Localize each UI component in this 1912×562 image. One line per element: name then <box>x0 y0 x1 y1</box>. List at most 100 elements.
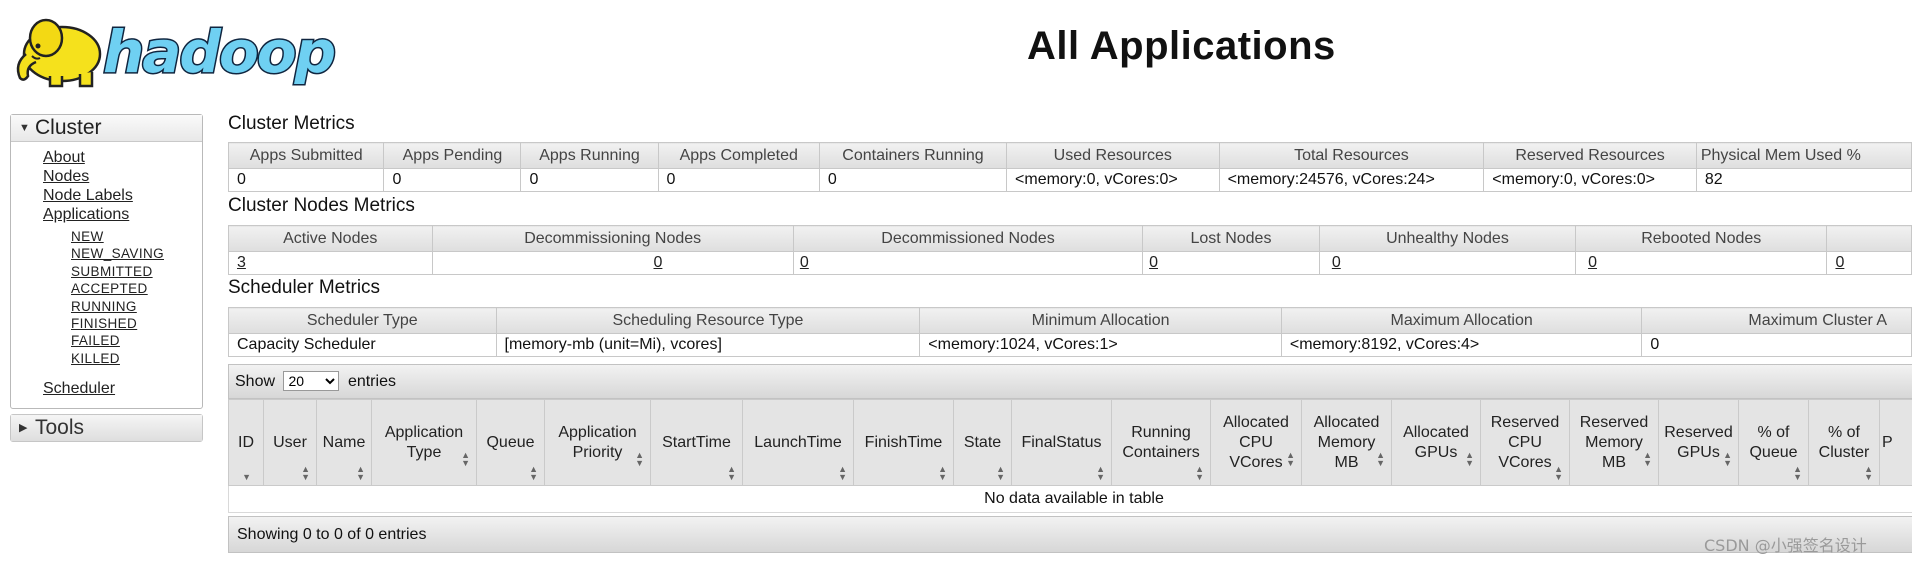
expand-triangle-icon: ▶ <box>19 422 28 435</box>
column-queue[interactable]: Queue ▲ ▼ <box>476 399 545 486</box>
column-application-type[interactable]: Application Type ▲ ▼ <box>371 399 477 486</box>
nav-applications-link[interactable]: Applications <box>43 205 202 224</box>
column-finish-time[interactable]: FinishTime ▲ ▼ <box>853 399 954 486</box>
sort-icon: ▲ ▼ <box>1643 450 1652 468</box>
node-metrics-title: Cluster Nodes Metrics <box>228 195 415 216</box>
unhealthy-nodes-link[interactable]: 0 <box>1332 254 1341 271</box>
value-total-resources: <memory:24576, vCores:24> <box>1218 168 1485 192</box>
state-new-link[interactable]: NEW <box>71 228 202 245</box>
sort-icon: ▲ ▼ <box>996 464 1005 482</box>
column-running-containers[interactable]: Running Containers ▲ ▼ <box>1111 399 1211 486</box>
value-apps-running: 0 <box>520 168 659 192</box>
watermark: CSDN @小强签名设计 <box>1704 536 1867 555</box>
column-allocated-cpu-vcores[interactable]: Allocated CPU VCores ▲ ▼ <box>1210 399 1302 486</box>
rebooted-nodes-link[interactable]: 0 <box>1588 254 1597 271</box>
nav-nodes-link[interactable]: Nodes <box>43 167 202 186</box>
column-reserved-gpus[interactable]: Reserved GPUs ▲ ▼ <box>1658 399 1739 486</box>
tools-toggle[interactable]: ▶ Tools <box>11 415 202 442</box>
decommissioning-nodes-link[interactable]: 0 <box>654 254 663 271</box>
header-apps-pending: Apps Pending <box>383 142 522 169</box>
header-lost-nodes: Lost Nodes <box>1142 225 1320 252</box>
value-used-resources: <memory:0, vCores:0> <box>1006 168 1220 192</box>
sort-icon: ▲ ▼ <box>529 464 538 482</box>
tools-panel: ▶ Tools <box>10 414 203 443</box>
value-minimum-allocation: <memory:1024, vCores:1> <box>919 333 1282 357</box>
header-maximum-cluster-allocation: Maximum Cluster A <box>1641 307 1912 334</box>
sort-icon: ▲ ▼ <box>356 464 365 482</box>
value-physical-mem-used: 82 <box>1695 168 1912 192</box>
nav-node-labels-link[interactable]: Node Labels <box>43 186 202 205</box>
header-decommissioned-nodes: Decommissioned Nodes <box>792 225 1144 252</box>
column-allocated-memory-mb[interactable]: Allocated Memory MB ▲ ▼ <box>1301 399 1392 486</box>
header-physical-mem-used: Physical Mem Used % <box>1695 142 1912 169</box>
state-killed-link[interactable]: KILLED <box>71 350 202 367</box>
column-allocated-gpus[interactable]: Allocated GPUs ▲ ▼ <box>1391 399 1481 486</box>
state-running-link[interactable]: RUNNING <box>71 298 202 315</box>
cluster-panel: ▼ Cluster About Nodes Node Labels Applica… <box>10 114 203 410</box>
column-percent-of-queue[interactable]: % of Queue ▲ ▼ <box>1738 399 1809 486</box>
column-name[interactable]: Name ▲ ▼ <box>316 399 372 486</box>
state-accepted-link[interactable]: ACCEPTED <box>71 280 202 297</box>
value-apps-completed: 0 <box>657 168 820 192</box>
page-title: All Applications <box>1027 24 1336 68</box>
table-info-text: Showing 0 to 0 of 0 entries <box>237 526 427 543</box>
applications-table-wrapper: Show 20 entries S ID▼ User▲▼ Name▲▼ Appl… <box>228 364 1912 553</box>
header-apps-running: Apps Running <box>520 142 659 169</box>
sort-icon: ▲ ▼ <box>301 464 310 482</box>
cluster-toggle[interactable]: ▼ Cluster <box>11 115 202 142</box>
state-failed-link[interactable]: FAILED <box>71 332 202 349</box>
column-launch-time[interactable]: LaunchTime ▲ ▼ <box>742 399 854 486</box>
header-used-resources: Used Resources <box>1006 142 1220 169</box>
entries-label: entries <box>347 373 396 390</box>
lost-nodes-link[interactable]: 0 <box>1149 254 1158 271</box>
sort-icon: ▲ ▼ <box>635 450 644 468</box>
show-label: Show <box>235 373 276 390</box>
sort-icon: ▲ ▼ <box>1723 450 1732 468</box>
sort-icon: ▲ ▼ <box>727 464 736 482</box>
sort-desc-icon: ▼ <box>242 472 251 482</box>
header-unhealthy-nodes: Unhealthy Nodes <box>1318 225 1577 252</box>
column-id[interactable]: ID ▼ <box>228 399 264 486</box>
value-maximum-cluster-allocation: 0 <box>1641 333 1912 357</box>
table-length-control: Show 20 entries S <box>228 364 1912 399</box>
table-header-row: ID ▼ User ▲ ▼ Name ▲ ▼ Application Type ▲ ▼ Que… <box>228 399 1912 486</box>
elephant-icon <box>16 18 102 88</box>
sort-icon: ▲ ▼ <box>938 464 947 482</box>
header-scheduling-resource-type: Scheduling Resource Type <box>495 307 921 334</box>
sort-icon: ▲ ▼ <box>1793 464 1802 482</box>
column-user[interactable]: User ▲ ▼ <box>263 399 317 486</box>
column-reserved-memory-mb[interactable]: Reserved Memory MB ▲ ▼ <box>1569 399 1659 486</box>
column-start-time[interactable]: StartTime ▲ ▼ <box>650 399 743 486</box>
state-finished-link[interactable]: FINISHED <box>71 315 202 332</box>
column-reserved-cpu-vcores[interactable]: Reserved CPU VCores ▲ ▼ <box>1480 399 1570 486</box>
collapse-triangle-icon: ▼ <box>19 122 30 134</box>
column-state[interactable]: State ▲ ▼ <box>953 399 1012 486</box>
value-apps-pending: 0 <box>383 168 522 192</box>
scheduler-metrics-table: Scheduler Type Scheduling Resource Type … <box>228 307 1912 357</box>
column-final-status[interactable]: FinalStatus ▲ ▼ <box>1011 399 1112 486</box>
hadoop-logo: hadoop <box>10 6 350 90</box>
state-new-saving-link[interactable]: NEW_SAVING <box>71 245 202 262</box>
value-apps-submitted: 0 <box>227 168 385 192</box>
header-containers-running: Containers Running <box>818 142 1008 169</box>
column-progress[interactable]: P <box>1879 399 1912 486</box>
table-info-bar: Showing 0 to 0 of 0 entries <box>228 516 1912 553</box>
nav-scheduler-link[interactable]: Scheduler <box>43 379 202 398</box>
column-percent-of-cluster[interactable]: % of Cluster ▲ ▼ <box>1808 399 1880 486</box>
sort-icon: ▲ ▼ <box>838 464 847 482</box>
sort-icon: ▲ ▼ <box>1195 464 1204 482</box>
header-apps-completed: Apps Completed <box>657 142 820 169</box>
decommissioned-nodes-link[interactable]: 0 <box>800 254 809 271</box>
header-decommissioning-nodes: Decommissioning Nodes <box>431 225 794 252</box>
header-scheduler-type: Scheduler Type <box>228 307 497 334</box>
nav-about-link[interactable]: About <box>43 148 202 167</box>
header-active-nodes: Active Nodes <box>228 225 433 252</box>
empty-row: No data available in table <box>228 485 1912 513</box>
value-containers-running: 0 <box>818 168 1008 192</box>
page-size-select[interactable]: 20 <box>283 371 340 391</box>
active-nodes-link[interactable]: 3 <box>237 254 246 271</box>
state-submitted-link[interactable]: SUBMITTED <box>71 263 202 280</box>
column-application-priority[interactable]: Application Priority ▲ ▼ <box>544 399 651 486</box>
next-node-metric-link[interactable]: 0 <box>1835 254 1844 271</box>
value-scheduler-type: Capacity Scheduler <box>228 333 497 357</box>
